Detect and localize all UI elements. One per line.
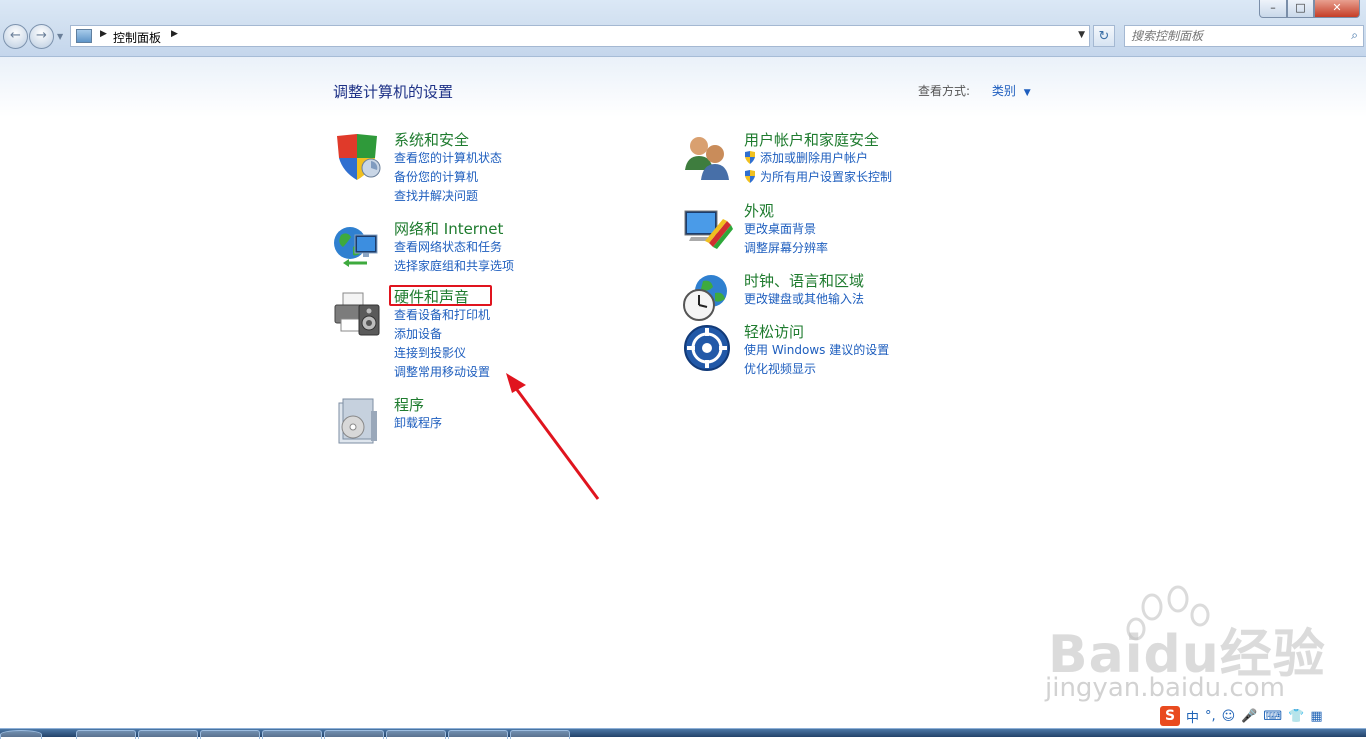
view-by: 查看方式: 类别 ▼	[918, 82, 1031, 99]
taskbar-button[interactable]	[138, 730, 198, 739]
category-title[interactable]: 外观	[744, 200, 774, 221]
link-change-input-method[interactable]: 更改键盘或其他输入法	[744, 290, 864, 309]
link-devices-printers[interactable]: 查看设备和打印机	[394, 306, 490, 325]
start-button[interactable]	[0, 730, 42, 739]
category-title[interactable]: 轻松访问	[744, 321, 804, 342]
link-add-remove-accounts[interactable]: 添加或删除用户帐户	[744, 149, 892, 168]
category-links: 查看网络状态和任务 选择家庭组和共享选项	[394, 238, 514, 276]
watermark-url: jingyan.baidu.com	[1045, 673, 1285, 703]
category-title[interactable]: 时钟、语言和区域	[744, 270, 864, 291]
maximize-button[interactable]: □	[1287, 0, 1314, 18]
search-input[interactable]	[1131, 28, 1331, 44]
control-panel-content: 调整计算机的设置 查看方式: 类别 ▼ 系统和安全 查看您的计算机状态 备份您的…	[0, 57, 1366, 728]
taskbar-button[interactable]	[448, 730, 508, 739]
taskbar-button[interactable]	[76, 730, 136, 739]
recent-pages-dropdown[interactable]: ▼	[57, 32, 63, 41]
search-box[interactable]: ⌕	[1124, 25, 1364, 47]
category-links: 更改键盘或其他输入法	[744, 290, 864, 309]
minimize-button[interactable]: –	[1259, 0, 1287, 18]
address-bar[interactable]: ▶ 控制面板 ▶ ▼	[70, 25, 1090, 47]
category-links: 添加或删除用户帐户 为所有用户设置家长控制	[744, 149, 892, 187]
address-dropdown-icon[interactable]: ▼	[1078, 30, 1085, 40]
link-screen-resolution[interactable]: 调整屏幕分辨率	[744, 239, 828, 258]
punctuation-toggle[interactable]: °,	[1205, 709, 1216, 724]
category-links: 卸载程序	[394, 414, 442, 433]
category-links: 使用 Windows 建议的设置 优化视频显示	[744, 341, 889, 379]
ime-toolbar: S 中 °, ☺ 🎤 ⌨ 👕 ▦	[1160, 704, 1366, 728]
link-network-status[interactable]: 查看网络状态和任务	[394, 238, 514, 257]
breadcrumb-arrow-icon[interactable]: ▶	[100, 29, 107, 39]
category-title[interactable]: 网络和 Internet	[394, 218, 503, 239]
page-title: 调整计算机的设置	[333, 83, 454, 101]
network-globe-icon	[334, 227, 378, 267]
printer-speaker-icon	[334, 292, 380, 336]
back-button[interactable]: ←	[3, 24, 28, 49]
taskbar-button[interactable]	[324, 730, 384, 739]
taskbar-button[interactable]	[262, 730, 322, 739]
emoji-icon[interactable]: ☺	[1222, 709, 1236, 724]
taskbar-button[interactable]	[200, 730, 260, 739]
category-title[interactable]: 系统和安全	[394, 129, 469, 150]
toolbox-grid-icon[interactable]: ▦	[1310, 709, 1322, 724]
uac-shield-icon	[745, 151, 755, 164]
category-links: 更改桌面背景 调整屏幕分辨率	[744, 220, 828, 258]
window-controls: – □ ✕	[1259, 0, 1360, 18]
window-chrome: – □ ✕ ← → ▼ ▶ 控制面板 ▶ ▼ ↻ ⌕	[0, 0, 1366, 57]
link-troubleshoot[interactable]: 查找并解决问题	[394, 187, 502, 206]
link-windows-suggested-settings[interactable]: 使用 Windows 建议的设置	[744, 341, 889, 360]
microphone-icon[interactable]: 🎤	[1241, 709, 1257, 724]
category-links: 查看设备和打印机 添加设备 连接到投影仪 调整常用移动设置	[394, 306, 490, 382]
close-button[interactable]: ✕	[1314, 0, 1360, 18]
view-by-label: 查看方式:	[918, 84, 971, 98]
forward-button[interactable]: →	[29, 24, 54, 49]
link-backup-computer[interactable]: 备份您的计算机	[394, 168, 502, 187]
link-label[interactable]: 添加或删除用户帐户	[760, 151, 868, 165]
sogou-ime-icon[interactable]: S	[1160, 706, 1180, 726]
highlight-box	[389, 285, 492, 306]
clock-globe-icon	[683, 275, 727, 321]
link-homegroup-sharing[interactable]: 选择家庭组和共享选项	[394, 257, 514, 276]
refresh-button[interactable]: ↻	[1093, 25, 1115, 47]
uac-shield-icon	[745, 170, 755, 183]
link-add-device[interactable]: 添加设备	[394, 325, 490, 344]
link-view-computer-status[interactable]: 查看您的计算机状态	[394, 149, 502, 168]
taskbar-button[interactable]	[510, 730, 570, 739]
breadcrumb-arrow-icon[interactable]: ▶	[171, 29, 178, 39]
taskbar-button[interactable]	[386, 730, 446, 739]
ease-of-access-icon	[684, 325, 730, 371]
link-label[interactable]: 为所有用户设置家长控制	[760, 170, 892, 184]
category-title[interactable]: 用户帐户和家庭安全	[744, 129, 879, 150]
view-by-selector[interactable]: 类别	[992, 84, 1016, 98]
skin-icon[interactable]: 👕	[1288, 709, 1304, 724]
category-links: 查看您的计算机状态 备份您的计算机 查找并解决问题	[394, 149, 502, 206]
control-panel-icon	[76, 29, 92, 43]
shield-icon	[337, 134, 381, 180]
link-uninstall-program[interactable]: 卸载程序	[394, 414, 442, 433]
keyboard-icon[interactable]: ⌨	[1263, 709, 1282, 724]
search-icon[interactable]: ⌕	[1351, 28, 1358, 43]
link-change-background[interactable]: 更改桌面背景	[744, 220, 828, 239]
chevron-down-icon[interactable]: ▼	[1024, 88, 1031, 98]
ime-language-toggle[interactable]: 中	[1186, 707, 1199, 726]
appearance-monitor-icon	[684, 210, 733, 249]
navigation-buttons: ← → ▼	[3, 24, 63, 49]
red-arrow-annotation	[506, 373, 600, 500]
link-parental-controls[interactable]: 为所有用户设置家长控制	[744, 168, 892, 187]
link-mobility-settings[interactable]: 调整常用移动设置	[394, 363, 490, 382]
link-optimize-display[interactable]: 优化视频显示	[744, 360, 889, 379]
link-connect-projector[interactable]: 连接到投影仪	[394, 344, 490, 363]
category-title[interactable]: 程序	[394, 394, 424, 415]
users-icon	[685, 137, 729, 180]
breadcrumb-control-panel[interactable]: 控制面板	[113, 29, 161, 46]
programs-icon	[338, 398, 377, 444]
